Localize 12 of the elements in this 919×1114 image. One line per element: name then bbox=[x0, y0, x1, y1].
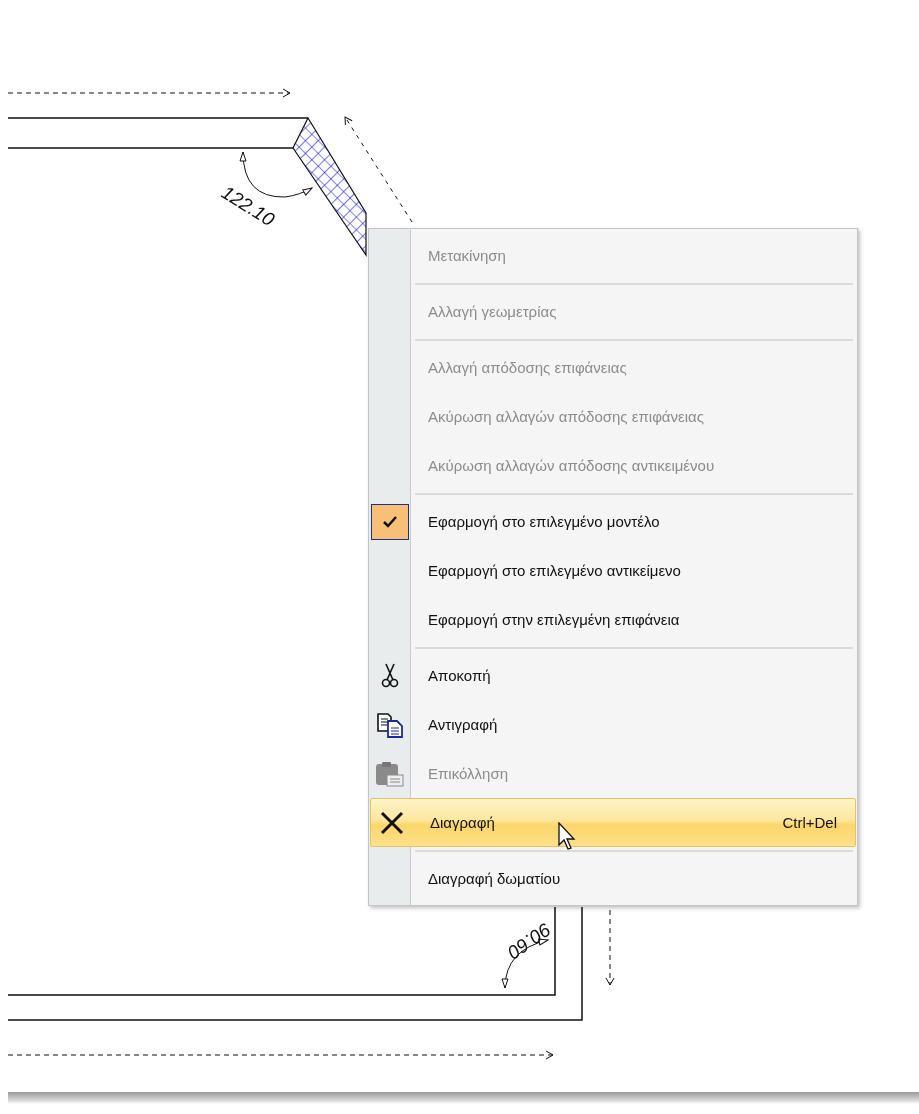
copy-icon bbox=[375, 711, 404, 738]
delete-icon bbox=[379, 810, 404, 835]
menu-item[interactable]: Διαγραφή Ctrl+Del bbox=[370, 798, 856, 847]
menu-item[interactable]: Διαγραφή δωματίου bbox=[369, 854, 857, 903]
menu-item[interactable]: Εφαρμογή στο επιλεγμένο μοντέλο bbox=[369, 497, 857, 546]
menu-item[interactable]: Εφαρμογή στην επιλεγμένη επιφάνεια bbox=[369, 595, 857, 644]
menu-item[interactable]: Εφαρμογή στο επιλεγμένο αντικείμενο bbox=[369, 546, 857, 595]
scissors-icon bbox=[380, 662, 399, 689]
clipboard-icon bbox=[374, 760, 405, 787]
menu-item[interactable]: Αποκοπή bbox=[369, 651, 857, 700]
menu-item[interactable]: Αντιγραφή bbox=[369, 700, 857, 749]
cursor-icon bbox=[558, 822, 578, 852]
